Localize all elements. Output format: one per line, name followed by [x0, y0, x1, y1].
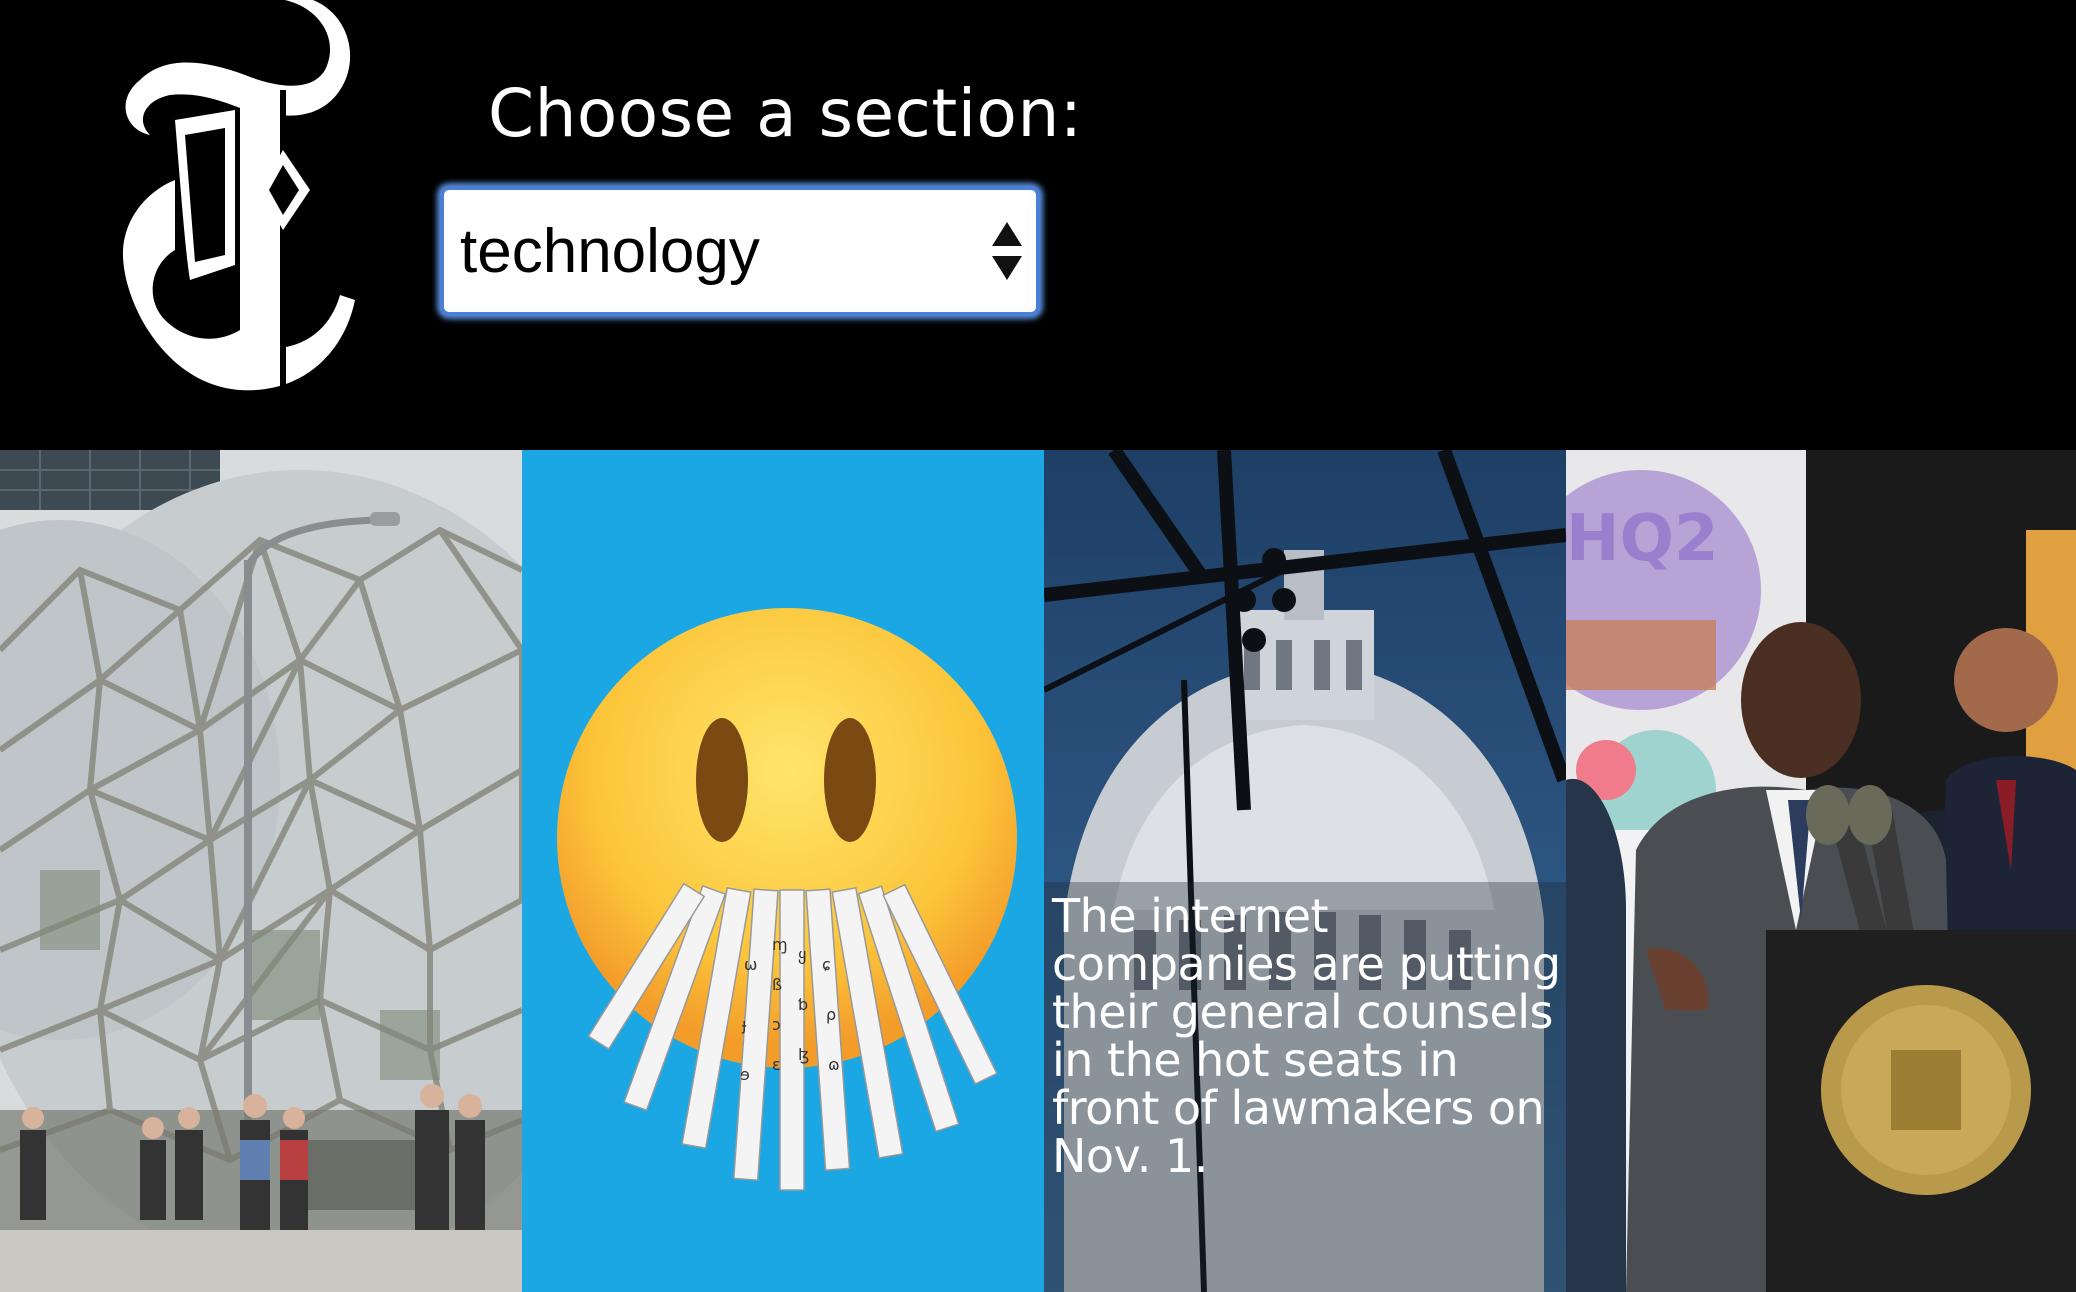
article-caption[interactable]: The internet companies are putting their… [1052, 892, 1562, 1180]
article-card-emoji[interactable]: ɱ ß ɔ ε ყ ƅ ɮ ɕ ρ ɷ ω ɟ ɘ [522, 450, 1044, 1292]
svg-text:ɷ: ɷ [828, 1055, 840, 1074]
section-label: Choose a section: [488, 75, 1083, 152]
nyt-logo-icon[interactable] [55, 0, 385, 395]
svg-text:ɕ: ɕ [822, 955, 831, 974]
svg-text:ɟ: ɟ [741, 1015, 747, 1034]
section-select[interactable]: technology [440, 186, 1040, 316]
svg-text:ɔ: ɔ [772, 1015, 781, 1034]
select-arrows-icon [990, 220, 1024, 282]
press-conference-photo: HQ2 [1566, 450, 2076, 1292]
svg-text:ƅ: ƅ [798, 995, 808, 1014]
svg-text:ɮ: ɮ [798, 1045, 809, 1064]
article-card-capitol[interactable]: The internet companies are putting their… [1044, 450, 1566, 1292]
svg-text:ε: ε [772, 1055, 781, 1074]
header: Choose a section: technology [0, 0, 2076, 450]
article-card-press-conference[interactable]: HQ2 [1566, 450, 2076, 1292]
svg-text:ɱ: ɱ [772, 935, 788, 954]
article-card-amazon-spheres[interactable] [0, 450, 522, 1292]
svg-text:HQ2: HQ2 [1566, 502, 1719, 576]
amazon-spheres-photo [0, 450, 522, 1292]
svg-text:ɘ: ɘ [740, 1065, 750, 1084]
section-select-value: technology [460, 217, 760, 286]
svg-text:ω: ω [744, 955, 757, 974]
article-grid: ɱ ß ɔ ε ყ ƅ ɮ ɕ ρ ɷ ω ɟ ɘ The internet companies … [0, 450, 2076, 1292]
svg-text:ß: ß [772, 975, 782, 994]
svg-text:ყ: ყ [798, 945, 806, 964]
svg-text:ρ: ρ [826, 1005, 836, 1024]
shredded-paper-emoji-illustration: ɱ ß ɔ ε ყ ƅ ɮ ɕ ρ ɷ ω ɟ ɘ [522, 450, 1044, 1292]
